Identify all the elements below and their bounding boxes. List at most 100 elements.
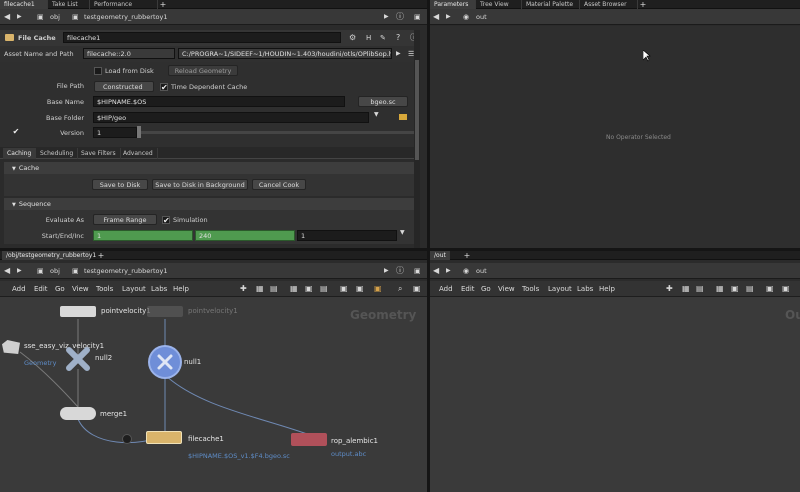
back-icon[interactable]: ◀: [4, 9, 10, 25]
params-scrollbar[interactable]: [414, 30, 420, 248]
net-right-path-node[interactable]: out: [476, 263, 487, 279]
display-icon[interactable]: ▣: [356, 281, 364, 297]
save-background-button[interactable]: Save to Disk in Background: [152, 179, 248, 190]
node-name-field[interactable]: filecache1: [63, 32, 341, 43]
grid-icon-right[interactable]: ▦: [682, 281, 690, 297]
tools-icon-right[interactable]: ✚: [666, 281, 673, 297]
save-to-disk-button[interactable]: Save to Disk: [92, 179, 148, 190]
list-icon-right[interactable]: ▤: [696, 281, 704, 297]
node-rop-alembic1[interactable]: [291, 433, 327, 446]
display-icon-right[interactable]: ▣: [782, 281, 790, 297]
menu-layout-right[interactable]: Layout: [548, 283, 572, 295]
expand-icon[interactable]: ▼: [374, 107, 379, 123]
add-network-tab[interactable]: +: [96, 251, 106, 260]
subtab-scheduling[interactable]: Scheduling: [36, 148, 79, 159]
node-filecache1[interactable]: [146, 431, 182, 444]
pin-icon-net[interactable]: ▣: [414, 263, 421, 279]
menu-go-right[interactable]: Go: [481, 283, 491, 295]
menu-add-right[interactable]: Add: [439, 283, 453, 295]
arrow-icon[interactable]: ▶: [396, 46, 401, 62]
extension-dropdown[interactable]: bgeo.sc: [358, 96, 408, 107]
note-icon[interactable]: ▤: [320, 281, 328, 297]
expand-icon-2[interactable]: ▼: [400, 225, 405, 241]
end-field[interactable]: 240: [195, 230, 295, 241]
asset-name-field[interactable]: filecache::2.0: [83, 48, 175, 59]
menu-labs-right[interactable]: Labs: [577, 283, 593, 295]
params-scrollbar-thumb[interactable]: [415, 60, 419, 160]
tab-tree-view[interactable]: Tree View: [476, 0, 522, 9]
tab-asset-browser[interactable]: Asset Browser: [580, 0, 638, 9]
bypass-icon[interactable]: [122, 434, 132, 444]
subtab-caching[interactable]: Caching: [3, 148, 37, 159]
tab-performance-monitor[interactable]: Performance Monitor: [90, 0, 158, 17]
evaluate-as-dropdown[interactable]: Frame Range: [93, 214, 157, 225]
version-slider-handle[interactable]: [137, 126, 141, 138]
subtab-advanced[interactable]: Advanced: [119, 148, 158, 159]
load-from-disk-checkbox[interactable]: [94, 67, 102, 75]
forward-icon-net-right[interactable]: ▶: [446, 263, 451, 279]
forward-icon[interactable]: ▶: [17, 9, 22, 25]
node-pointvelocity1-ghost[interactable]: [147, 306, 183, 317]
base-name-field[interactable]: $HIPNAME.$OS: [93, 96, 345, 107]
net-path-node[interactable]: testgeometry_rubbertoy1: [84, 263, 167, 279]
base-folder-field[interactable]: $HIP/geo: [93, 112, 369, 123]
menu-add[interactable]: Add: [12, 283, 26, 295]
cancel-cook-button[interactable]: Cancel Cook: [252, 179, 306, 190]
network-right-canvas[interactable]: Out: [430, 297, 800, 492]
inc-field[interactable]: 1: [297, 230, 397, 241]
version-field[interactable]: 1: [93, 127, 137, 138]
info-icon[interactable]: ⓘ: [396, 9, 404, 25]
reload-geometry-button[interactable]: Reload Geometry: [168, 65, 238, 76]
tab-network-right[interactable]: /out: [430, 251, 450, 260]
menu-edit[interactable]: Edit: [34, 283, 48, 295]
layout-icon-right[interactable]: ▦: [716, 281, 724, 297]
menu-go[interactable]: Go: [55, 283, 65, 295]
node-pointvelocity1[interactable]: [60, 306, 96, 317]
asset-path-field[interactable]: C:/PROGRA~1/SIDEEF~1/HOUDIN~1.403/houdin…: [178, 48, 392, 59]
group-icon-right[interactable]: ▣: [731, 281, 739, 297]
node-null2[interactable]: [66, 347, 90, 371]
folder-icon[interactable]: [399, 114, 407, 120]
menu-help[interactable]: Help: [173, 283, 189, 295]
info-icon-net[interactable]: ⓘ: [396, 263, 404, 279]
path-arrow-icon-net[interactable]: ▶: [384, 263, 389, 279]
pin-icon[interactable]: ▣: [414, 9, 421, 25]
back-icon-net[interactable]: ◀: [4, 263, 10, 279]
color-icon[interactable]: ▣: [374, 281, 382, 297]
cache-section-header[interactable]: ▼ Cache: [4, 162, 414, 174]
tab-network-left[interactable]: /obj/testgeometry_rubbertoy1: [2, 251, 96, 260]
tab-take-list[interactable]: Take List: [48, 0, 90, 9]
add-tab-button-right[interactable]: +: [638, 0, 648, 9]
tab-parameters[interactable]: Parameters: [430, 0, 476, 9]
right-path-node[interactable]: out: [476, 9, 487, 25]
path-node[interactable]: testgeometry_rubbertoy1: [84, 9, 167, 25]
subtab-save-filters[interactable]: Save Filters: [77, 148, 121, 159]
camera-icon[interactable]: ▣: [340, 281, 348, 297]
forward-icon-net[interactable]: ▶: [17, 263, 22, 279]
menu-view[interactable]: View: [72, 283, 89, 295]
menu-labs[interactable]: Labs: [151, 283, 167, 295]
settings-icon[interactable]: ▣: [413, 281, 421, 297]
back-icon-right[interactable]: ◀: [433, 9, 439, 25]
network-canvas[interactable]: Geometry pointvelocity1 pointvelocity1 s…: [0, 297, 427, 492]
menu-help-right[interactable]: Help: [599, 283, 615, 295]
menu-tools[interactable]: Tools: [96, 283, 113, 295]
start-field[interactable]: 1: [93, 230, 193, 241]
net-path-context[interactable]: obj: [50, 263, 60, 279]
search-icon[interactable]: ⌕: [398, 281, 402, 297]
file-path-dropdown[interactable]: Constructed: [94, 81, 154, 92]
add-tab-button[interactable]: +: [158, 0, 168, 9]
menu-tools-right[interactable]: Tools: [522, 283, 539, 295]
help-doc-icon[interactable]: H: [366, 30, 371, 46]
note-icon-right[interactable]: ▤: [746, 281, 754, 297]
menu-layout[interactable]: Layout: [122, 283, 146, 295]
forward-icon-right[interactable]: ▶: [446, 9, 451, 25]
help-icon[interactable]: ?: [396, 30, 400, 46]
grid-icon[interactable]: ▦: [256, 281, 264, 297]
menu-view-right[interactable]: View: [498, 283, 515, 295]
list-icon[interactable]: ▤: [270, 281, 278, 297]
menu-edit-right[interactable]: Edit: [461, 283, 475, 295]
layout-icon[interactable]: ▦: [290, 281, 298, 297]
tools-icon[interactable]: ✚: [240, 281, 247, 297]
tab-filecache1[interactable]: filecache1: [0, 0, 48, 9]
